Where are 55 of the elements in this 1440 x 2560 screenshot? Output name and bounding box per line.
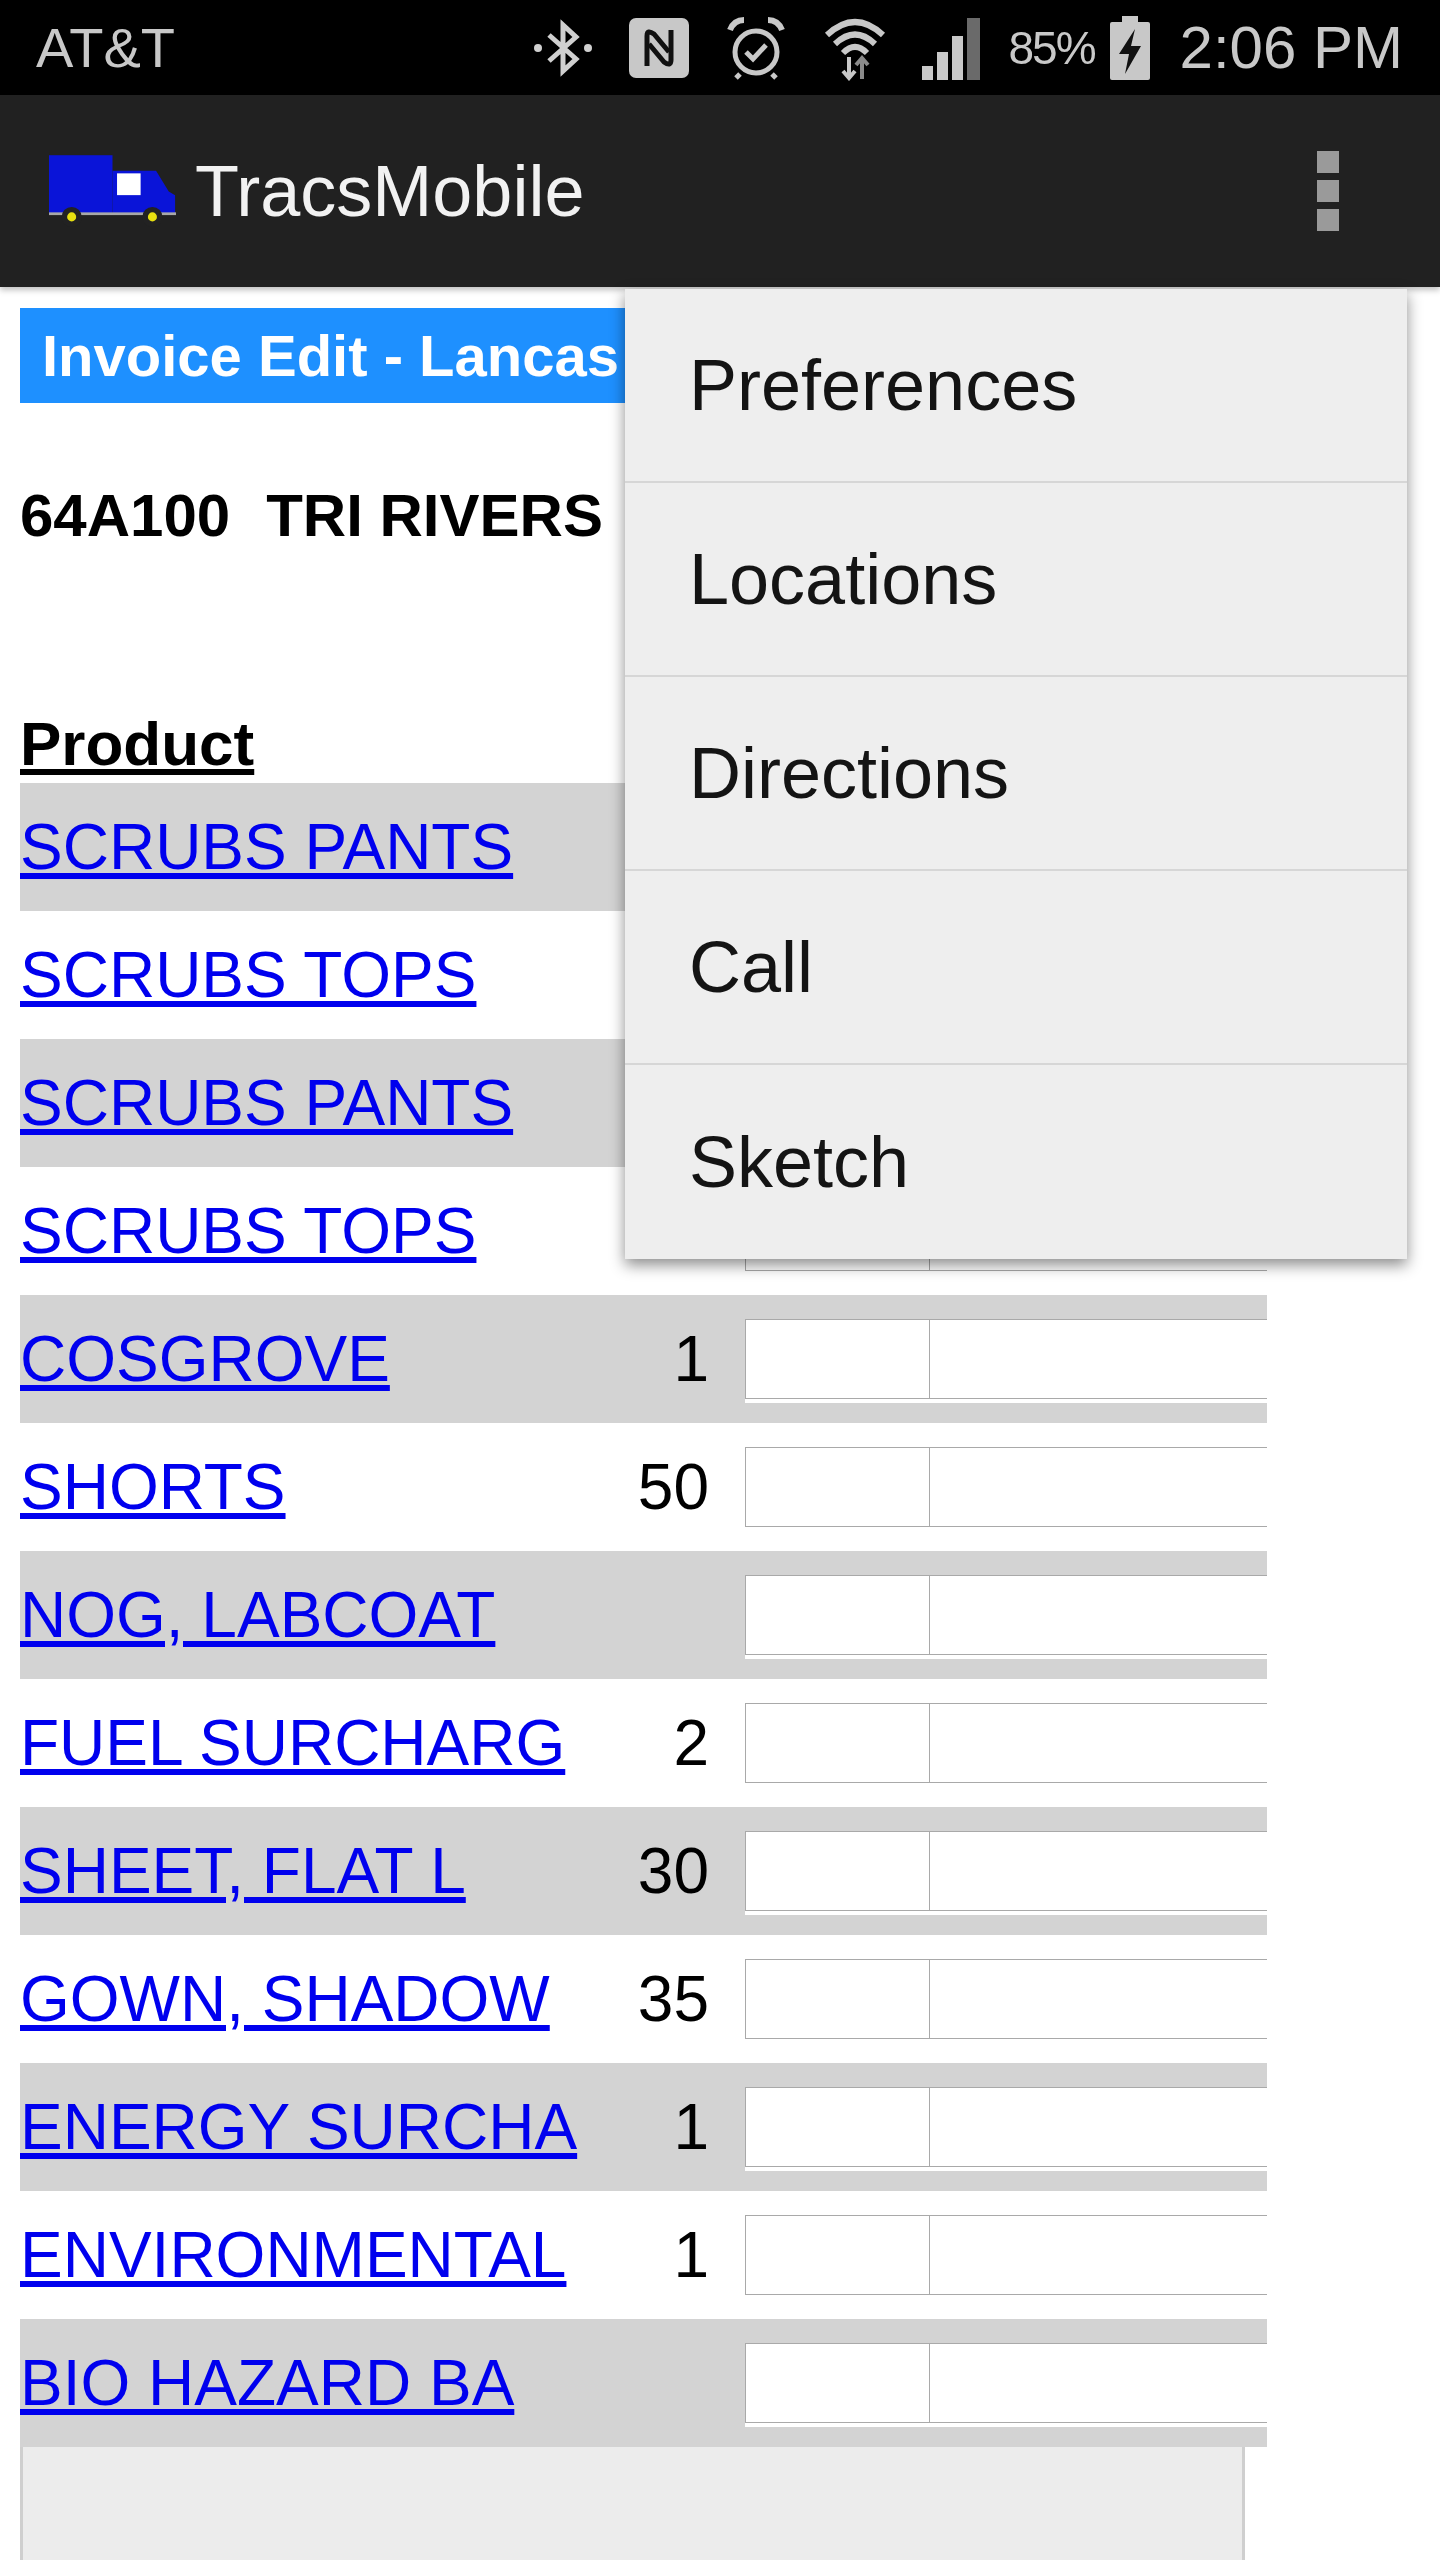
input-field[interactable]: [930, 1703, 1267, 1783]
input-field[interactable]: [745, 1959, 930, 2039]
quantity-value: 35: [637, 1967, 709, 2031]
quantity-value: 30: [637, 1839, 709, 1903]
input-field[interactable]: [930, 2087, 1267, 2167]
input-field[interactable]: [930, 2215, 1267, 2295]
more-icon: [1317, 151, 1339, 231]
battery-percent: 85%: [1008, 24, 1095, 71]
quantity-value: 1: [673, 2223, 709, 2287]
clock-time: 2:06 PM: [1179, 17, 1403, 78]
column-header: Product: [20, 708, 255, 778]
product-link[interactable]: SHORTS: [20, 1451, 286, 1523]
input-field[interactable]: [930, 1447, 1267, 1527]
input-field[interactable]: [930, 1319, 1267, 1399]
input-field[interactable]: [930, 1959, 1267, 2039]
input-field[interactable]: [745, 2215, 930, 2295]
product-link[interactable]: SCRUBS PANTS: [20, 811, 514, 883]
menu-item[interactable]: Sketch: [625, 1065, 1407, 1259]
input-field[interactable]: [745, 1447, 930, 1527]
page-title: Invoice Edit - Lancas: [42, 326, 619, 385]
product-link[interactable]: NOG, LABCOAT: [20, 1579, 496, 1651]
app-title: TracsMobile: [195, 155, 585, 227]
product-link[interactable]: BIO HAZARD BA: [20, 2347, 515, 2419]
nfc-icon: [627, 15, 692, 80]
product-link[interactable]: SHEET, FLAT L: [20, 1835, 466, 1907]
product-link[interactable]: GOWN, SHADOW: [20, 1963, 550, 2035]
menu-item[interactable]: Locations: [625, 483, 1407, 677]
input-field[interactable]: [930, 1575, 1267, 1655]
menu-item[interactable]: Call: [625, 871, 1407, 1065]
product-link[interactable]: SCRUBS TOPS: [20, 939, 477, 1011]
quantity-value: 1: [673, 1327, 709, 1391]
product-link[interactable]: SCRUBS PANTS: [20, 1067, 514, 1139]
input-field[interactable]: [930, 2343, 1267, 2423]
account-number: 64A100: [20, 481, 231, 551]
input-field[interactable]: [745, 2087, 930, 2167]
menu-item[interactable]: Directions: [625, 677, 1407, 871]
quantity-value: 2: [673, 1711, 709, 1775]
input-field[interactable]: [745, 2343, 930, 2423]
quantity-value: 50: [637, 1455, 709, 1519]
product-link[interactable]: ENERGY SURCHA: [20, 2091, 578, 2163]
carrier-name: AT&T: [36, 19, 175, 76]
battery-icon: [1109, 15, 1150, 80]
product-link[interactable]: COSGROVE: [20, 1323, 390, 1395]
quantity-value: 1: [673, 2095, 709, 2159]
menu-item[interactable]: Preferences: [625, 289, 1407, 483]
alarm-clock-icon: [726, 15, 787, 80]
input-field[interactable]: [745, 1319, 930, 1399]
input-field[interactable]: [745, 1831, 930, 1911]
input-field[interactable]: [745, 1703, 930, 1783]
input-field[interactable]: [745, 1575, 930, 1655]
product-link[interactable]: SCRUBS TOPS: [20, 1195, 477, 1267]
product-link[interactable]: FUEL SURCHARG: [20, 1707, 566, 1779]
product-link[interactable]: ENVIRONMENTAL: [20, 2219, 567, 2291]
customer-name: TRI RIVERS: [266, 481, 603, 551]
input-field[interactable]: [930, 1831, 1267, 1911]
